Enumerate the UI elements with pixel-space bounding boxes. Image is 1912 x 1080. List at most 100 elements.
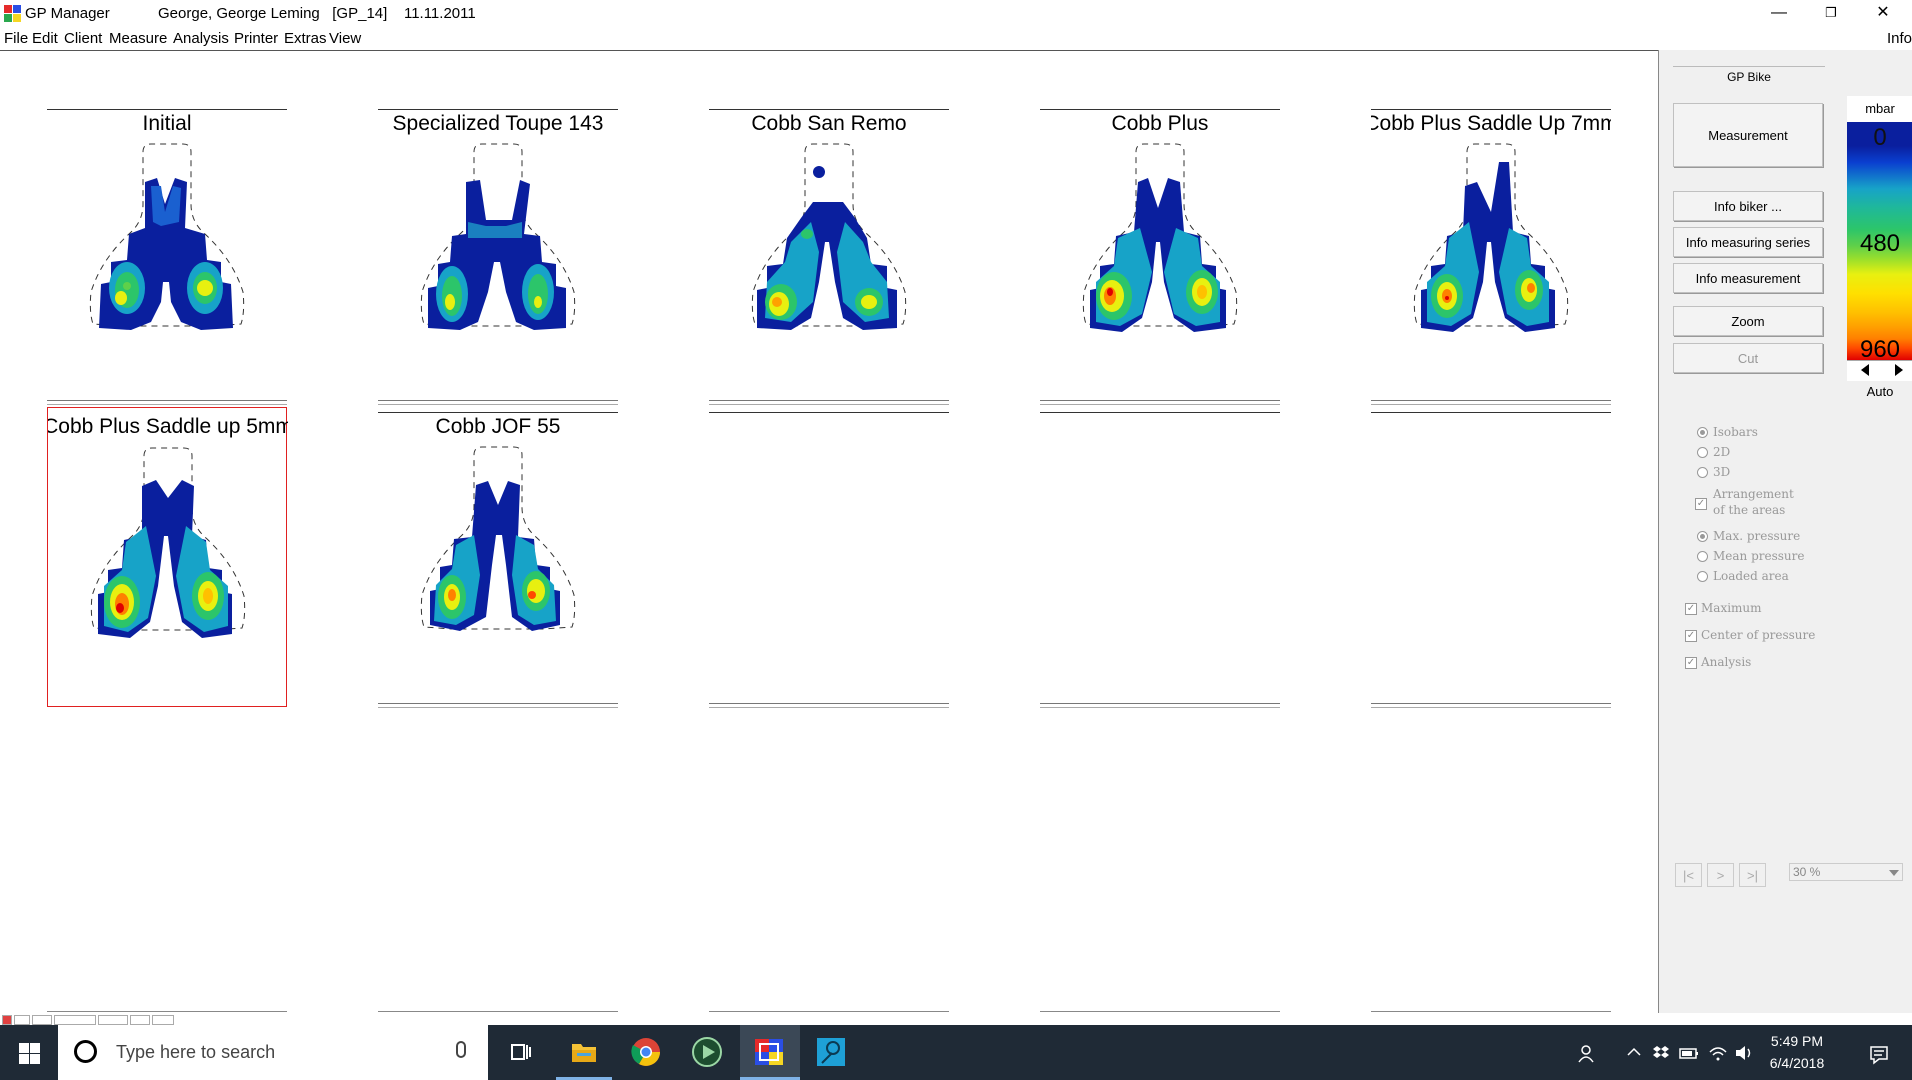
pressure-app-icon[interactable]: [814, 1035, 848, 1069]
empty-cell[interactable]: [709, 407, 949, 708]
menu-printer[interactable]: Printer: [234, 30, 278, 47]
nav-next-button[interactable]: >: [1707, 863, 1734, 887]
empty-cell-top-line: [709, 412, 949, 441]
measurement-cell-cobb-jof-55[interactable]: Cobb JOF 55: [378, 407, 618, 708]
status-segment: [130, 1015, 150, 1025]
scale-arrows: [1847, 360, 1912, 381]
cell-divider: [378, 703, 618, 708]
chrome-icon[interactable]: [629, 1035, 663, 1069]
measurement-cell-cobb-plus[interactable]: Cobb Plus: [1040, 104, 1280, 405]
pressure-map: [416, 445, 580, 675]
cut-button[interactable]: Cut: [1673, 343, 1823, 373]
info-biker-button[interactable]: Info biker ...: [1673, 191, 1823, 221]
cell-divider: [709, 400, 949, 405]
empty-cell[interactable]: [1040, 407, 1280, 708]
zoom-level-select[interactable]: 30 %: [1789, 863, 1903, 881]
maximize-button[interactable]: ❐: [1808, 0, 1854, 28]
loaded-area-label: Loaded area: [1713, 569, 1789, 583]
volume-icon[interactable]: [1734, 1044, 1756, 1062]
empty-cell[interactable]: [1371, 407, 1611, 708]
measurement-cell-specialized-toupe[interactable]: Specialized Toupe 143: [378, 104, 618, 405]
taskbar: Type here to search 5:49 PM 6/4/2018: [0, 1025, 1912, 1080]
measurement-cell-cobb-plus-5mm[interactable]: Cobb Plus Saddle up 5mm: [47, 407, 288, 707]
clock-date[interactable]: 6/4/2018: [1762, 1055, 1832, 1071]
row-divider: [709, 1011, 949, 1012]
wifi-icon[interactable]: [1708, 1044, 1728, 1062]
mean-pressure-radio[interactable]: [1697, 551, 1708, 562]
dropdown-arrow-icon: [1889, 870, 1899, 876]
search-placeholder: Type here to search: [116, 1042, 276, 1062]
info-measurement-button[interactable]: Info measurement: [1673, 263, 1823, 293]
analysis-checkbox[interactable]: ✓: [1685, 657, 1697, 669]
battery-icon[interactable]: [1678, 1044, 1700, 1062]
measurement-title: Cobb Plus: [1040, 109, 1280, 138]
isobars-radio[interactable]: [1697, 427, 1708, 438]
3d-radio[interactable]: [1697, 467, 1708, 478]
app-title: GP Manager: [25, 5, 110, 22]
title-bar: GP Manager George, George Leming [GP_14]…: [0, 0, 1912, 28]
cortana-icon: [74, 1040, 97, 1063]
gp-bike-panel: GP Bike Measurement Info biker ... Info …: [1658, 50, 1912, 1013]
measurement-cell-cobb-san-remo[interactable]: Cobb San Remo: [709, 104, 949, 405]
menu-info[interactable]: Info: [1887, 30, 1912, 47]
scale-increase-icon[interactable]: [1895, 364, 1903, 376]
menu-extras[interactable]: Extras: [284, 30, 327, 47]
notifications-icon[interactable]: [1868, 1044, 1890, 1066]
dropbox-icon[interactable]: [1652, 1044, 1670, 1062]
status-segment: [98, 1015, 128, 1025]
start-button[interactable]: [0, 1025, 58, 1080]
measurement-cell-initial[interactable]: Initial: [47, 104, 287, 405]
isobars-label: Isobars: [1713, 425, 1758, 439]
menu-file[interactable]: File: [4, 30, 28, 47]
maximum-checkbox[interactable]: ✓: [1685, 603, 1697, 615]
file-explorer-icon[interactable]: [567, 1035, 601, 1069]
pressure-map: [85, 142, 249, 372]
empty-cell-top-line: [1040, 412, 1280, 441]
close-button[interactable]: ✕: [1860, 0, 1906, 28]
loaded-area-radio[interactable]: [1697, 571, 1708, 582]
2d-radio[interactable]: [1697, 447, 1708, 458]
nav-first-button[interactable]: |<: [1675, 863, 1702, 887]
pressure-map: [747, 142, 911, 372]
pressure-map: [1409, 142, 1573, 372]
mean-pressure-label: Mean pressure: [1713, 549, 1805, 563]
status-segment: [32, 1015, 52, 1025]
menu-client[interactable]: Client: [64, 30, 102, 47]
pressure-scale: mbar 0 480 960 Auto: [1847, 96, 1912, 421]
pressure-map: [1078, 142, 1242, 372]
menu-edit[interactable]: Edit: [32, 30, 58, 47]
max-pressure-radio[interactable]: [1697, 531, 1708, 542]
media-player-icon[interactable]: [690, 1035, 724, 1069]
gp-manager-icon[interactable]: [752, 1035, 786, 1069]
chevron-up-icon[interactable]: [1626, 1044, 1642, 1060]
menu-analysis[interactable]: Analysis: [173, 30, 229, 47]
status-segment: [54, 1015, 96, 1025]
microphone-icon[interactable]: [456, 1041, 466, 1058]
task-view-icon[interactable]: [503, 1035, 537, 1069]
center-of-pressure-checkbox[interactable]: ✓: [1685, 630, 1697, 642]
arrangement-checkbox[interactable]: ✓: [1695, 498, 1707, 510]
nav-last-button[interactable]: >|: [1739, 863, 1766, 887]
app-logo-icon: [4, 5, 21, 22]
zoom-button[interactable]: Zoom: [1673, 306, 1823, 336]
measurement-button[interactable]: Measurement: [1673, 103, 1823, 167]
minimize-button[interactable]: —: [1756, 0, 1802, 28]
zoom-level-value: 30 %: [1793, 865, 1821, 879]
empty-cell-top-line: [1371, 412, 1611, 441]
people-icon[interactable]: [1578, 1044, 1598, 1064]
taskbar-search-box[interactable]: Type here to search: [58, 1025, 488, 1080]
measurement-cell-cobb-plus-7mm[interactable]: Cobb Plus Saddle Up 7mm: [1371, 104, 1611, 405]
pressure-map: [86, 446, 250, 676]
measurement-grid: Initial Specialized Toupe 143 Cobb San R…: [0, 50, 1658, 1014]
scale-decrease-icon[interactable]: [1861, 364, 1869, 376]
clock-time[interactable]: 5:49 PM: [1762, 1033, 1832, 1049]
menu-view[interactable]: View: [329, 30, 361, 47]
scale-auto-button[interactable]: Auto: [1847, 384, 1912, 399]
menu-measure[interactable]: Measure: [109, 30, 167, 47]
cell-divider: [1371, 703, 1611, 708]
info-measuring-series-button[interactable]: Info measuring series: [1673, 227, 1823, 257]
row-divider: [378, 1011, 618, 1012]
cell-divider: [1040, 400, 1280, 405]
pressure-map: [416, 142, 580, 372]
cell-divider: [378, 400, 618, 405]
